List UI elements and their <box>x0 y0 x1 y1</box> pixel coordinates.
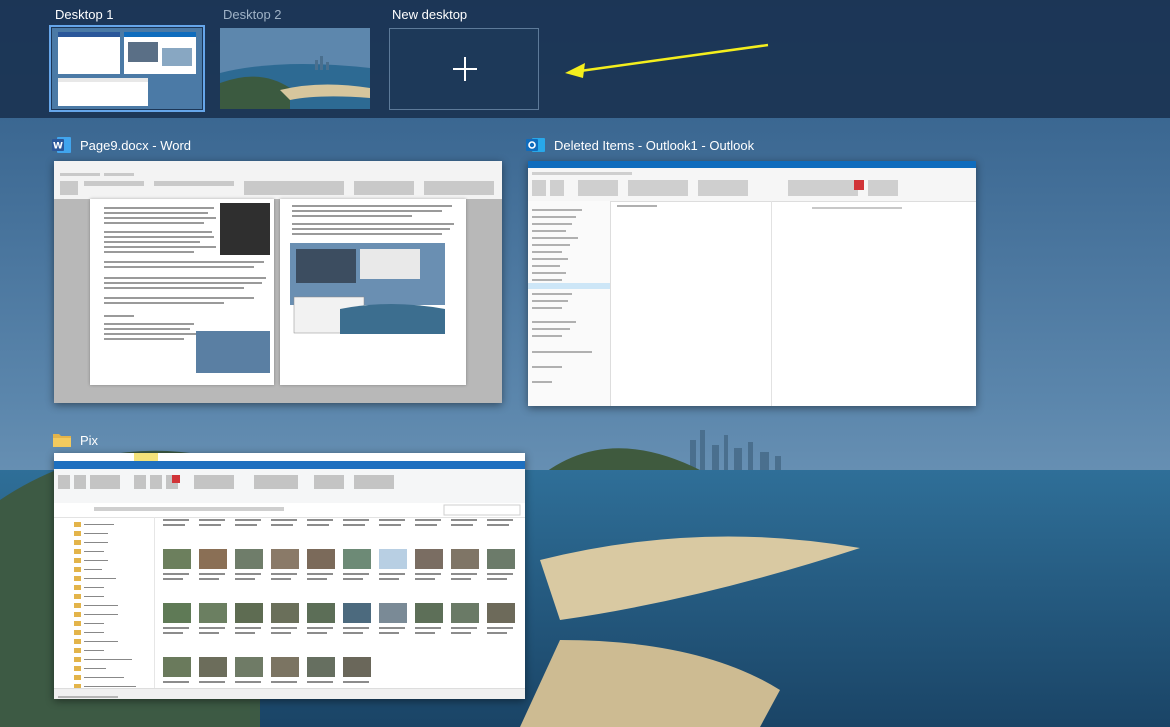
svg-text:W: W <box>53 142 63 152</box>
new-desktop-button[interactable] <box>389 28 539 110</box>
word-preview[interactable] <box>54 161 502 403</box>
annotation-arrow <box>565 43 769 78</box>
desktop-1-thumbnail[interactable] <box>49 25 205 112</box>
outlook-window-title: Deleted Items - Outlook1 - Outlook <box>526 133 754 157</box>
explorer-window-title: Pix <box>52 428 98 452</box>
folder-icon <box>52 430 72 450</box>
word-document-area <box>54 199 502 403</box>
document-page <box>280 199 466 385</box>
explorer-file-grid <box>155 517 517 689</box>
outlook-title-text: Deleted Items - Outlook1 - Outlook <box>554 137 755 153</box>
word-ribbon <box>54 161 502 200</box>
word-icon: W <box>52 135 72 155</box>
desktop-2-thumbnail[interactable] <box>220 28 370 109</box>
outlook-preview[interactable] <box>528 161 976 406</box>
outlook-icon <box>526 135 546 155</box>
explorer-preview[interactable] <box>54 453 525 699</box>
explorer-address-bar <box>54 503 525 518</box>
outlook-reading-pane <box>772 201 976 406</box>
outlook-ribbon <box>528 168 976 202</box>
word-title-text: Page9.docx - Word <box>80 137 192 153</box>
explorer-status-bar <box>54 688 525 699</box>
document-page <box>90 199 274 385</box>
desktop-2-label: Desktop 2 <box>223 7 282 22</box>
explorer-navigation-pane <box>54 517 155 698</box>
explorer-title-text: Pix <box>80 432 99 448</box>
desktop-1-label: Desktop 1 <box>55 7 114 22</box>
new-desktop-label: New desktop <box>392 7 468 22</box>
virtual-desktop-bar: Desktop 1 Desktop 2 New desktop <box>0 0 1170 118</box>
explorer-ribbon <box>54 453 525 504</box>
outlook-message-list <box>611 201 772 406</box>
word-window-title: W Page9.docx - Word <box>52 133 191 157</box>
outlook-folder-pane <box>528 201 611 406</box>
